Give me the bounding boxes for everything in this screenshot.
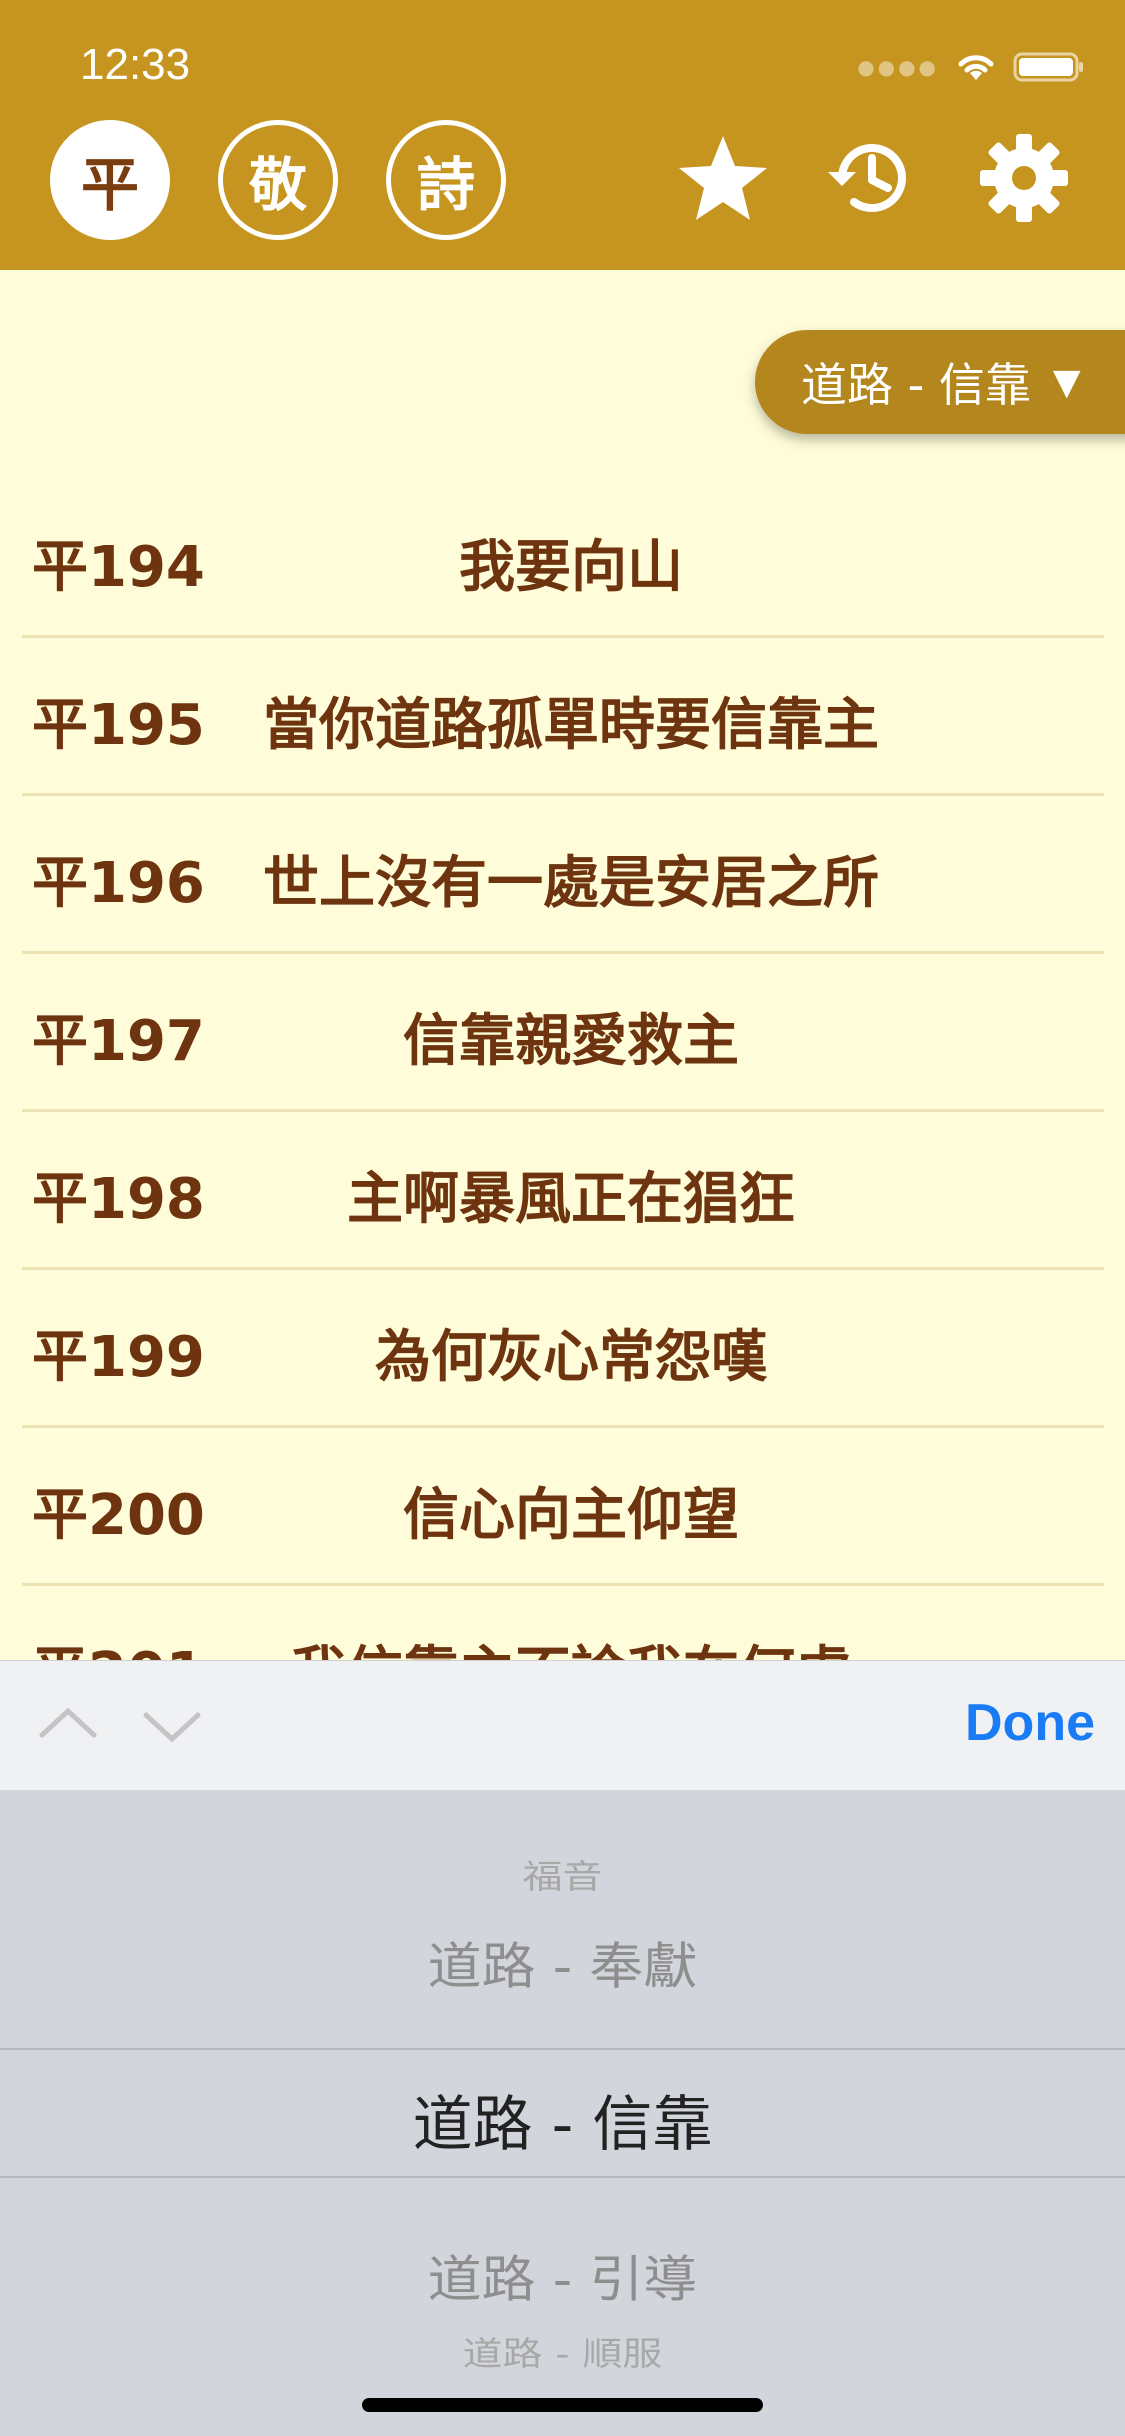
gear-icon[interactable] [976,130,1072,226]
hymn-row[interactable]: 平198 主啊暴風正在猖狂 [22,1112,1104,1270]
picker-item[interactable]: 福音 [0,1850,1125,1898]
tab-shi[interactable]: 詩 [386,120,506,240]
hymn-row[interactable]: 平201 我信靠主不論我在何處 [22,1586,1104,1660]
picker-item[interactable]: 道路 - 奉獻 [0,1925,1125,1998]
app-header: 12:33 ●●●● 平 敬 詩 [0,0,1125,270]
tab-ping[interactable]: 平 [50,120,170,240]
status-time: 12:33 [80,40,191,89]
hymn-title: 信心向主仰望 [403,1483,739,1548]
hymn-list: 平194 我要向山 平195 當你道路孤單時要信靠主 平196 世上沒有一處是安… [22,480,1104,1660]
hymn-title: 信靠親愛救主 [403,1009,739,1074]
hymn-row[interactable]: 平197 信靠親愛救主 [22,954,1104,1112]
hymn-title: 我信靠主不論我在何處 [22,1628,1104,1660]
home-indicator[interactable] [362,2398,763,2412]
battery-icon [1013,52,1083,82]
signal-icon: ●●●● [857,55,939,79]
hymn-row[interactable]: 平200 信心向主仰望 [22,1428,1104,1586]
picker-item[interactable]: 道路 - 引導 [0,2238,1125,2311]
hymn-title: 我要向山 [459,535,683,600]
hymn-title: 世上沒有一處是安居之所 [263,851,879,916]
chevron-down-icon[interactable] [142,1695,202,1755]
dropdown-arrow-icon: ▼ [1052,361,1081,403]
hymn-row[interactable]: 平195 當你道路孤單時要信靠主 [22,638,1104,796]
history-icon[interactable] [822,130,918,226]
category-selector[interactable]: 道路 - 信靠 ▼ [755,330,1125,434]
category-label: 道路 - 信靠 [801,358,1031,412]
hymn-title: 當你道路孤單時要信靠主 [263,693,879,758]
wifi-icon [958,55,994,80]
star-icon[interactable] [675,130,771,226]
hymn-title: 主啊暴風正在猖狂 [347,1167,795,1232]
picker-item-selected[interactable]: 道路 - 信靠 [0,2076,1125,2163]
hymn-row[interactable]: 平194 我要向山 [22,480,1104,638]
picker-item[interactable]: 道路 - 順服 [0,2327,1125,2375]
status-icons: ●●●● [857,50,1085,84]
hymn-title: 為何灰心常怨嘆 [375,1325,767,1390]
category-picker[interactable]: 福音 道路 - 奉獻 道路 - 信靠 道路 - 引導 道路 - 順服 [0,1790,1125,2436]
tab-jing[interactable]: 敬 [218,120,338,240]
hymn-row[interactable]: 平199 為何灰心常怨嘆 [22,1270,1104,1428]
done-button[interactable]: Done [965,1693,1095,1753]
picker-toolbar: Done [0,1660,1125,1791]
hymn-row[interactable]: 平196 世上沒有一處是安居之所 [22,796,1104,954]
chevron-up-icon[interactable] [38,1695,98,1755]
